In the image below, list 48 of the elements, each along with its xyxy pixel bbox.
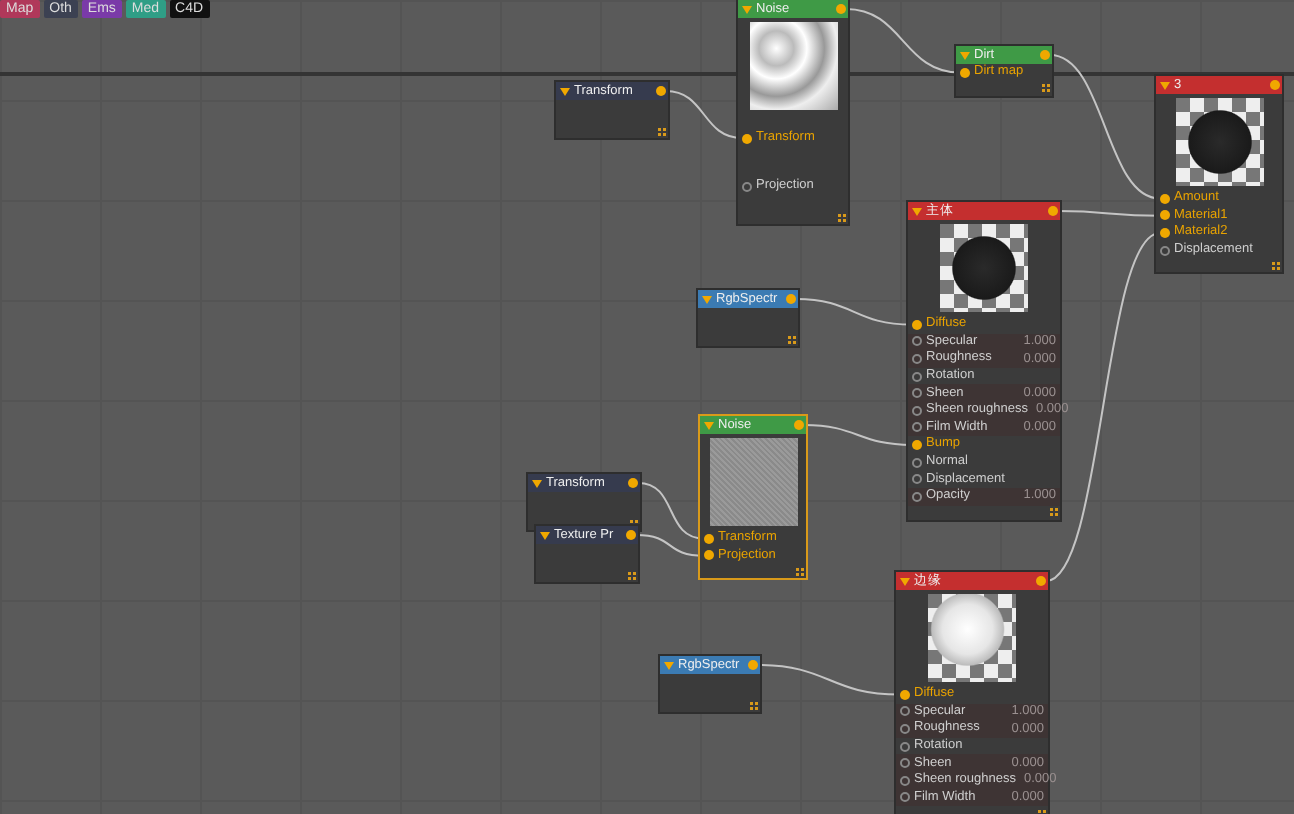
resize-handle-icon[interactable] <box>796 567 804 576</box>
input-port[interactable] <box>912 388 922 399</box>
collapse-triangle-icon[interactable] <box>1160 81 1170 89</box>
resize-handle-icon[interactable] <box>838 213 846 221</box>
resize-handle-icon[interactable] <box>658 127 666 135</box>
input-port[interactable] <box>912 439 922 450</box>
output-port[interactable] <box>1270 80 1280 90</box>
input-port[interactable] <box>1160 193 1170 204</box>
resize-handle-icon[interactable] <box>750 701 758 709</box>
input-port[interactable] <box>900 706 910 717</box>
input-port[interactable] <box>900 689 910 700</box>
input-port[interactable] <box>912 405 922 416</box>
input-port[interactable] <box>900 758 910 769</box>
resize-handle-icon[interactable] <box>628 571 636 579</box>
input-port[interactable] <box>704 533 714 544</box>
output-port[interactable] <box>628 478 638 488</box>
input-port[interactable] <box>912 319 922 330</box>
collapse-triangle-icon[interactable] <box>900 577 910 585</box>
resize-handle-icon[interactable] <box>788 335 796 343</box>
resize-handle-icon[interactable] <box>1272 261 1280 270</box>
collapse-triangle-icon[interactable] <box>560 87 570 95</box>
input-port[interactable] <box>912 474 922 485</box>
input-port[interactable] <box>1160 227 1170 238</box>
input-port[interactable] <box>912 491 922 502</box>
input-port[interactable] <box>742 133 752 143</box>
input-port[interactable] <box>900 775 910 786</box>
collapse-triangle-icon[interactable] <box>912 207 922 215</box>
input-port[interactable] <box>912 353 922 364</box>
input-port[interactable] <box>912 457 922 468</box>
input-port[interactable] <box>960 67 970 78</box>
collapse-triangle-icon[interactable] <box>540 531 550 539</box>
output-port[interactable] <box>656 86 666 96</box>
collapse-triangle-icon[interactable] <box>532 479 542 487</box>
input-port[interactable] <box>1160 245 1170 256</box>
input-port[interactable] <box>900 723 910 734</box>
output-port[interactable] <box>626 530 636 540</box>
resize-handle-icon[interactable] <box>1042 84 1050 93</box>
output-port[interactable] <box>1048 206 1058 216</box>
input-port[interactable] <box>704 550 714 561</box>
resize-handle-icon[interactable] <box>1050 508 1058 517</box>
output-port[interactable] <box>1036 576 1046 586</box>
input-port[interactable] <box>912 371 922 382</box>
input-port[interactable] <box>912 422 922 433</box>
input-port[interactable] <box>1160 210 1170 221</box>
input-port[interactable] <box>912 336 922 347</box>
input-port[interactable] <box>742 181 752 191</box>
input-port[interactable] <box>900 741 910 752</box>
input-port[interactable] <box>900 792 910 803</box>
